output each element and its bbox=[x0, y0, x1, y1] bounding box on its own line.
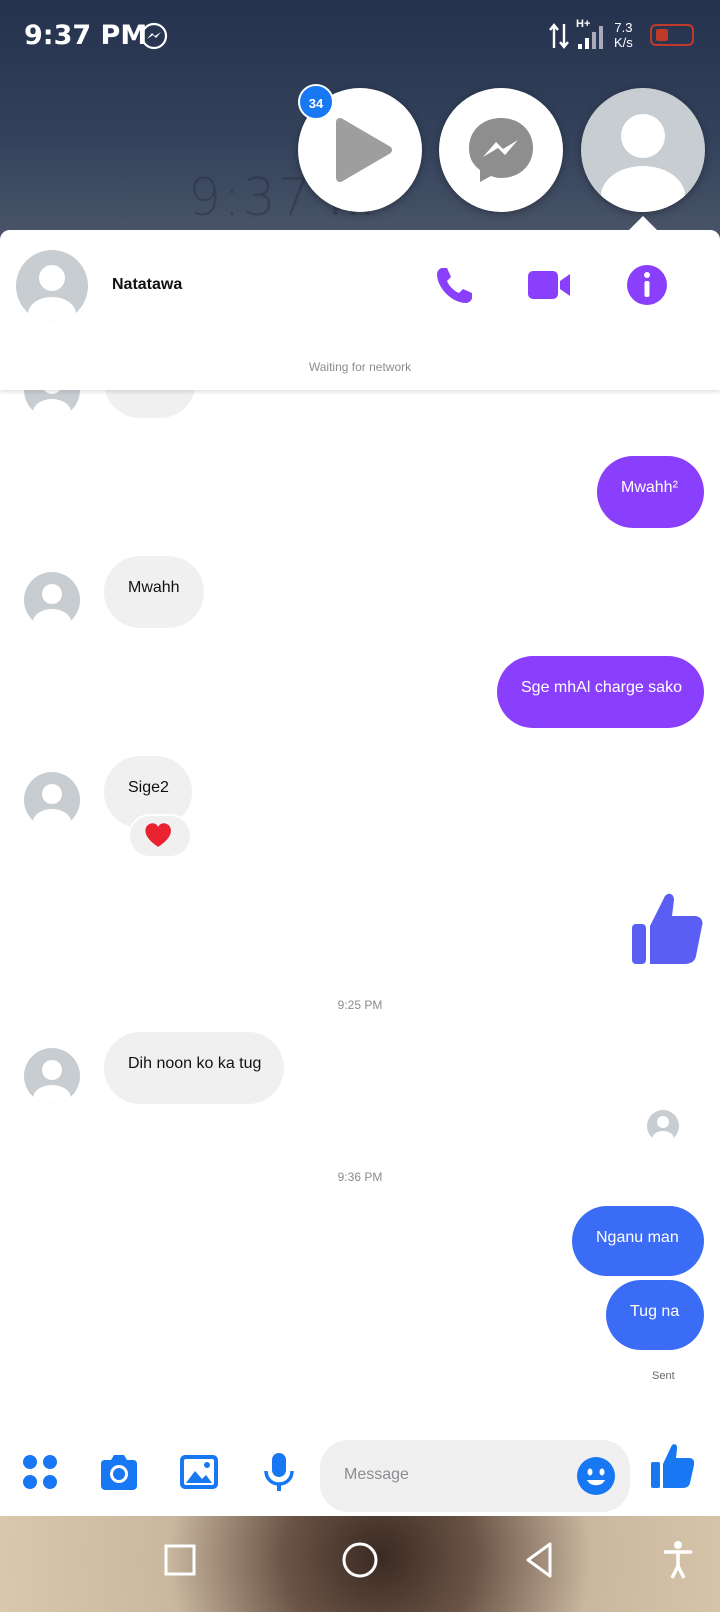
default-avatar-icon bbox=[33, 1060, 71, 1104]
microphone-icon[interactable] bbox=[257, 1450, 301, 1494]
default-avatar-icon bbox=[33, 784, 71, 828]
message-bubble-outgoing[interactable]: Nganu man bbox=[572, 1206, 704, 1276]
signal-icon bbox=[578, 26, 603, 49]
home-icon[interactable] bbox=[338, 1538, 382, 1582]
contact-avatar-small bbox=[24, 772, 80, 828]
like-thumb-icon[interactable] bbox=[630, 890, 704, 968]
info-icon[interactable] bbox=[624, 262, 670, 308]
status-time: 9:37 PM bbox=[24, 20, 148, 51]
default-avatar-icon bbox=[33, 584, 71, 628]
connection-status: Waiting for network bbox=[308, 360, 412, 374]
video-call-icon[interactable] bbox=[526, 262, 572, 308]
contact-avatar[interactable] bbox=[16, 250, 88, 322]
accessibility-icon[interactable] bbox=[656, 1538, 700, 1582]
timestamp: 9:36 PM bbox=[337, 1170, 383, 1184]
sent-status: Sent bbox=[652, 1370, 675, 1382]
message-bubble-outgoing[interactable]: Tug na bbox=[606, 1280, 704, 1350]
seen-avatar bbox=[647, 1110, 679, 1142]
gallery-icon[interactable] bbox=[177, 1450, 221, 1494]
default-avatar-icon bbox=[652, 1116, 674, 1142]
default-avatar-icon bbox=[28, 265, 76, 322]
chat-header: Natatawa Waiting for network bbox=[0, 230, 720, 390]
unread-badge: 34 bbox=[298, 84, 334, 120]
chat-panel: Natatawa Waiting for network Mwahh² Mwah… bbox=[0, 230, 720, 1516]
composer-bar: Message bbox=[0, 1426, 720, 1516]
contact-avatar-small bbox=[24, 1048, 80, 1104]
message-bubble-incoming[interactable]: Mwahh bbox=[104, 556, 204, 628]
network-speed: 7.3 K/s bbox=[614, 20, 633, 50]
heart-icon bbox=[145, 823, 171, 847]
apps-grid-icon[interactable] bbox=[18, 1450, 62, 1494]
contact-avatar-small bbox=[24, 572, 80, 628]
message-input[interactable]: Message bbox=[320, 1440, 630, 1512]
camera-icon[interactable] bbox=[97, 1450, 141, 1494]
message-placeholder: Message bbox=[344, 1466, 409, 1483]
messenger-chat-head[interactable] bbox=[439, 88, 563, 212]
emoji-icon[interactable] bbox=[576, 1456, 616, 1496]
battery-icon bbox=[650, 24, 694, 46]
heart-reaction[interactable] bbox=[128, 814, 192, 858]
message-bubble-outgoing[interactable]: Sge mhAl charge sako bbox=[497, 656, 704, 728]
timestamp: 9:25 PM bbox=[337, 998, 383, 1012]
chat-head-pointer bbox=[629, 216, 657, 230]
back-icon[interactable] bbox=[518, 1538, 562, 1582]
messenger-notification-icon bbox=[140, 22, 168, 50]
like-send-icon[interactable] bbox=[650, 1442, 694, 1490]
message-bubble-outgoing[interactable]: Mwahh² bbox=[597, 456, 704, 528]
data-arrows-icon bbox=[549, 23, 569, 49]
phone-call-icon[interactable] bbox=[432, 262, 478, 308]
messenger-icon bbox=[469, 118, 533, 182]
contact-name[interactable]: Natatawa bbox=[112, 276, 182, 294]
recent-apps-icon[interactable] bbox=[158, 1538, 202, 1582]
default-avatar-icon bbox=[601, 114, 685, 212]
contact-chat-head[interactable] bbox=[581, 88, 705, 212]
status-bar: 9:37 PM H+ 7.3 K/s bbox=[0, 0, 720, 72]
message-bubble-incoming[interactable]: Dih noon ko ka tug bbox=[104, 1032, 284, 1104]
